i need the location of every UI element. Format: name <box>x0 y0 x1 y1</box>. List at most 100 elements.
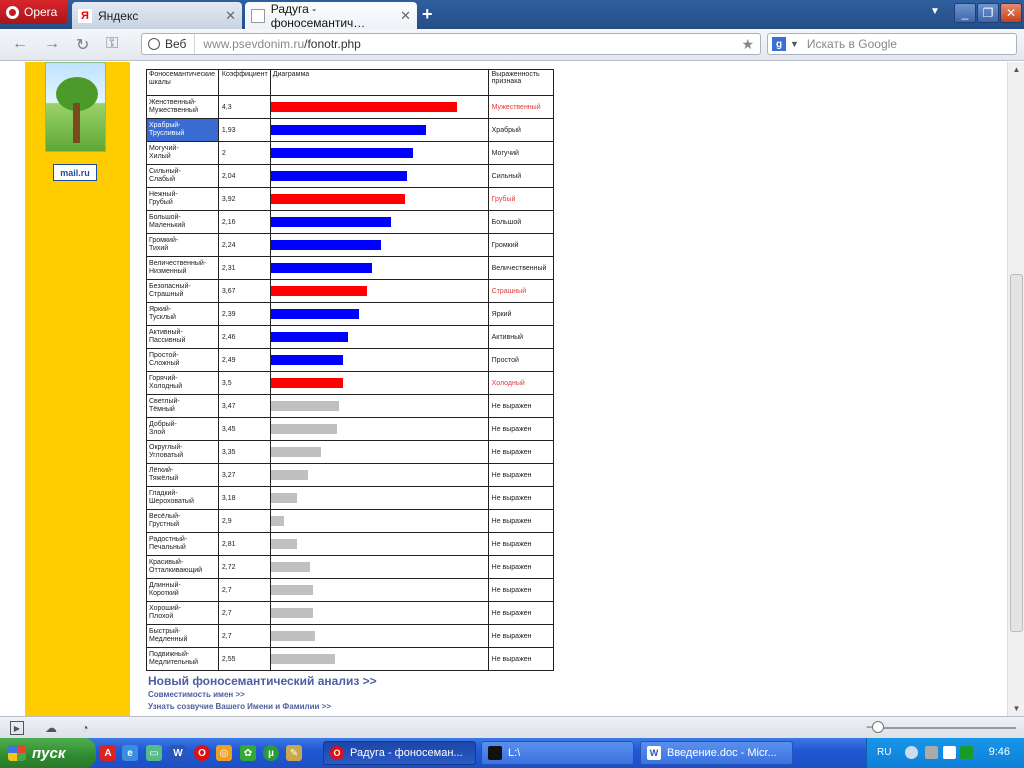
expression-cell: Мужественный <box>487 95 555 119</box>
window-close-icon[interactable]: ✕ <box>1000 3 1022 23</box>
scale-right: Медлительный <box>149 659 199 666</box>
expression-cell: Не выражен <box>487 578 555 602</box>
taskbar-item-word[interactable]: W Введение.doc - Micr... <box>640 741 793 765</box>
app-quicklaunch-icon[interactable]: ◎ <box>216 745 232 761</box>
utorrent-quicklaunch-icon[interactable]: µ <box>263 745 279 761</box>
table-row: Весёлый- Грустный 2,9 Не выражен <box>146 509 555 533</box>
opera-menu-button[interactable]: Opera <box>0 0 68 24</box>
name-consonance-link[interactable]: Узнать созвучие Вашего Имени и Фамилии >… <box>148 702 331 711</box>
scale-cell: Весёлый- Грустный <box>146 509 219 533</box>
start-button[interactable]: пуск <box>0 738 96 768</box>
desktop-quicklaunch-icon[interactable]: ▭ <box>146 745 162 761</box>
coefficient-cell: 2,04 <box>217 164 271 188</box>
site-info-badge[interactable]: Веб <box>142 34 196 54</box>
expression-cell: Не выражен <box>487 555 555 579</box>
scale-left: Горячий- <box>149 375 178 382</box>
header-coefficient: Коэффициент <box>217 69 271 96</box>
scale-right: Медленный <box>149 636 188 643</box>
coefficient-cell: 4,3 <box>217 95 271 119</box>
restore-icon[interactable]: ❐ <box>977 3 999 23</box>
diagram-cell <box>269 210 489 234</box>
close-icon[interactable]: ✕ <box>225 8 236 24</box>
expression-cell: Страшный <box>487 279 555 303</box>
reload-icon[interactable]: ↻ <box>76 35 89 55</box>
taskbar-item-opera[interactable]: O Радуга - фоносеман... <box>323 741 476 765</box>
coefficient-cell: 3,35 <box>217 440 271 464</box>
unite-cloud-icon[interactable]: ☁ <box>44 721 58 735</box>
scroll-thumb[interactable] <box>1010 274 1023 632</box>
close-icon[interactable]: ✕ <box>400 8 411 24</box>
windows-flag-icon <box>8 745 26 761</box>
tab-title: Яндекс <box>98 8 139 23</box>
coefficient-cell: 3,27 <box>217 463 271 487</box>
tab-yandex[interactable]: Я Яндекс ✕ <box>72 2 242 29</box>
family-tree-banner[interactable] <box>45 62 106 152</box>
google-icon: g <box>772 37 786 51</box>
scale-left: Радостный- <box>149 536 188 543</box>
wand-key-icon[interactable]: ⚿ <box>106 35 118 53</box>
address-field[interactable]: Веб www.psevdonim.ru/fonotr.php ★ <box>141 33 761 55</box>
scale-left: Безопасный- <box>149 283 191 290</box>
zoom-slider-knob[interactable] <box>872 721 884 733</box>
antivirus-icon[interactable] <box>943 746 956 759</box>
volume-icon[interactable] <box>925 746 938 759</box>
scale-right: Холодный <box>149 383 183 390</box>
minimize-icon[interactable]: _ <box>954 3 976 23</box>
expression-cell: Могучий <box>487 141 555 165</box>
scale-cell: Нежный- Грубый <box>146 187 219 211</box>
back-icon[interactable]: ← <box>12 35 28 53</box>
bookmark-star-icon[interactable]: ★ <box>741 36 754 53</box>
diagram-bar <box>270 631 315 641</box>
tab-list-icon[interactable]: ▼ <box>930 6 940 17</box>
expression-cell: Не выражен <box>487 624 555 648</box>
tab-raduga[interactable]: Радуга - фоносемантич… ✕ <box>245 2 417 30</box>
table-row: Добрый- Злой 3,45 Не выражен <box>146 417 555 441</box>
task-label: Радуга - фоносеман... <box>350 747 463 759</box>
scroll-down-icon[interactable]: ▼ <box>1010 704 1023 713</box>
tray-arrow-icon[interactable] <box>905 746 918 759</box>
acrobat-quicklaunch-icon[interactable]: A <box>100 745 116 761</box>
mailru-counter[interactable]: mail.ru <box>53 164 97 181</box>
scale-left: Округлый- <box>149 444 183 451</box>
zoom-slider-track[interactable] <box>878 727 1016 729</box>
icq-quicklaunch-icon[interactable]: ✿ <box>240 745 256 761</box>
coefficient-cell: 2,46 <box>217 325 271 349</box>
expression-cell: Большой <box>487 210 555 234</box>
scale-cell: Светлый- Тёмный <box>146 394 219 418</box>
taskbar-item-console[interactable]: L:\ <box>481 741 634 765</box>
table-row: Нежный- Грубый 3,92 Грубый <box>146 187 555 211</box>
language-indicator[interactable]: RU <box>877 747 891 758</box>
expression-cell: Не выражен <box>487 417 555 441</box>
diagram-bar <box>270 447 321 457</box>
scroll-up-icon[interactable]: ▲ <box>1010 65 1023 74</box>
scale-right: Тихий <box>149 245 169 252</box>
diagram-bar <box>270 263 372 273</box>
table-row: Активный- Пассивный 2,46 Активный <box>146 325 555 349</box>
opera-quicklaunch-icon[interactable]: O <box>194 745 210 761</box>
new-tab-button[interactable]: + <box>422 4 433 25</box>
address-toolbar: ← → ↻ ⚿ Веб www.psevdonim.ru/fonotr.php … <box>0 29 1024 61</box>
vertical-scrollbar[interactable]: ▲ ▼ <box>1007 62 1024 716</box>
forward-icon[interactable]: → <box>44 35 60 53</box>
name-compat-link[interactable]: Совместимость имен >> <box>148 690 245 699</box>
diagram-bar <box>270 148 413 158</box>
ie-quicklaunch-icon[interactable]: e <box>122 745 138 761</box>
scale-right: Тусклый <box>149 314 176 321</box>
task-label: L:\ <box>508 747 521 759</box>
search-field[interactable]: g ▼ Искать в Google <box>767 33 1017 55</box>
status-green-icon[interactable] <box>960 746 973 759</box>
speed-dial-icon[interactable]: ◔ <box>78 721 92 735</box>
chevron-down-icon[interactable]: ▼ <box>790 39 799 49</box>
yandex-favicon-icon: Я <box>78 8 92 23</box>
new-analysis-link[interactable]: Новый фоносемантический анализ >> <box>148 674 377 688</box>
word-quicklaunch-icon[interactable]: W <box>170 745 186 761</box>
diagram-cell <box>269 371 489 395</box>
table-row: Горячий- Холодный 3,5 Холодный <box>146 371 555 395</box>
tools-quicklaunch-icon[interactable]: ✎ <box>286 745 302 761</box>
scale-left: Большой- <box>149 214 181 221</box>
scale-right: Печальный <box>149 544 186 551</box>
table-header-row: Фоносемантические шкалы Коэффициент Диаг… <box>146 69 555 96</box>
scale-cell: Величественный- Низменный <box>146 256 219 280</box>
panel-toggle-icon[interactable]: ▶ <box>10 721 24 735</box>
url-host: www.psevdonim.ru <box>203 37 305 51</box>
